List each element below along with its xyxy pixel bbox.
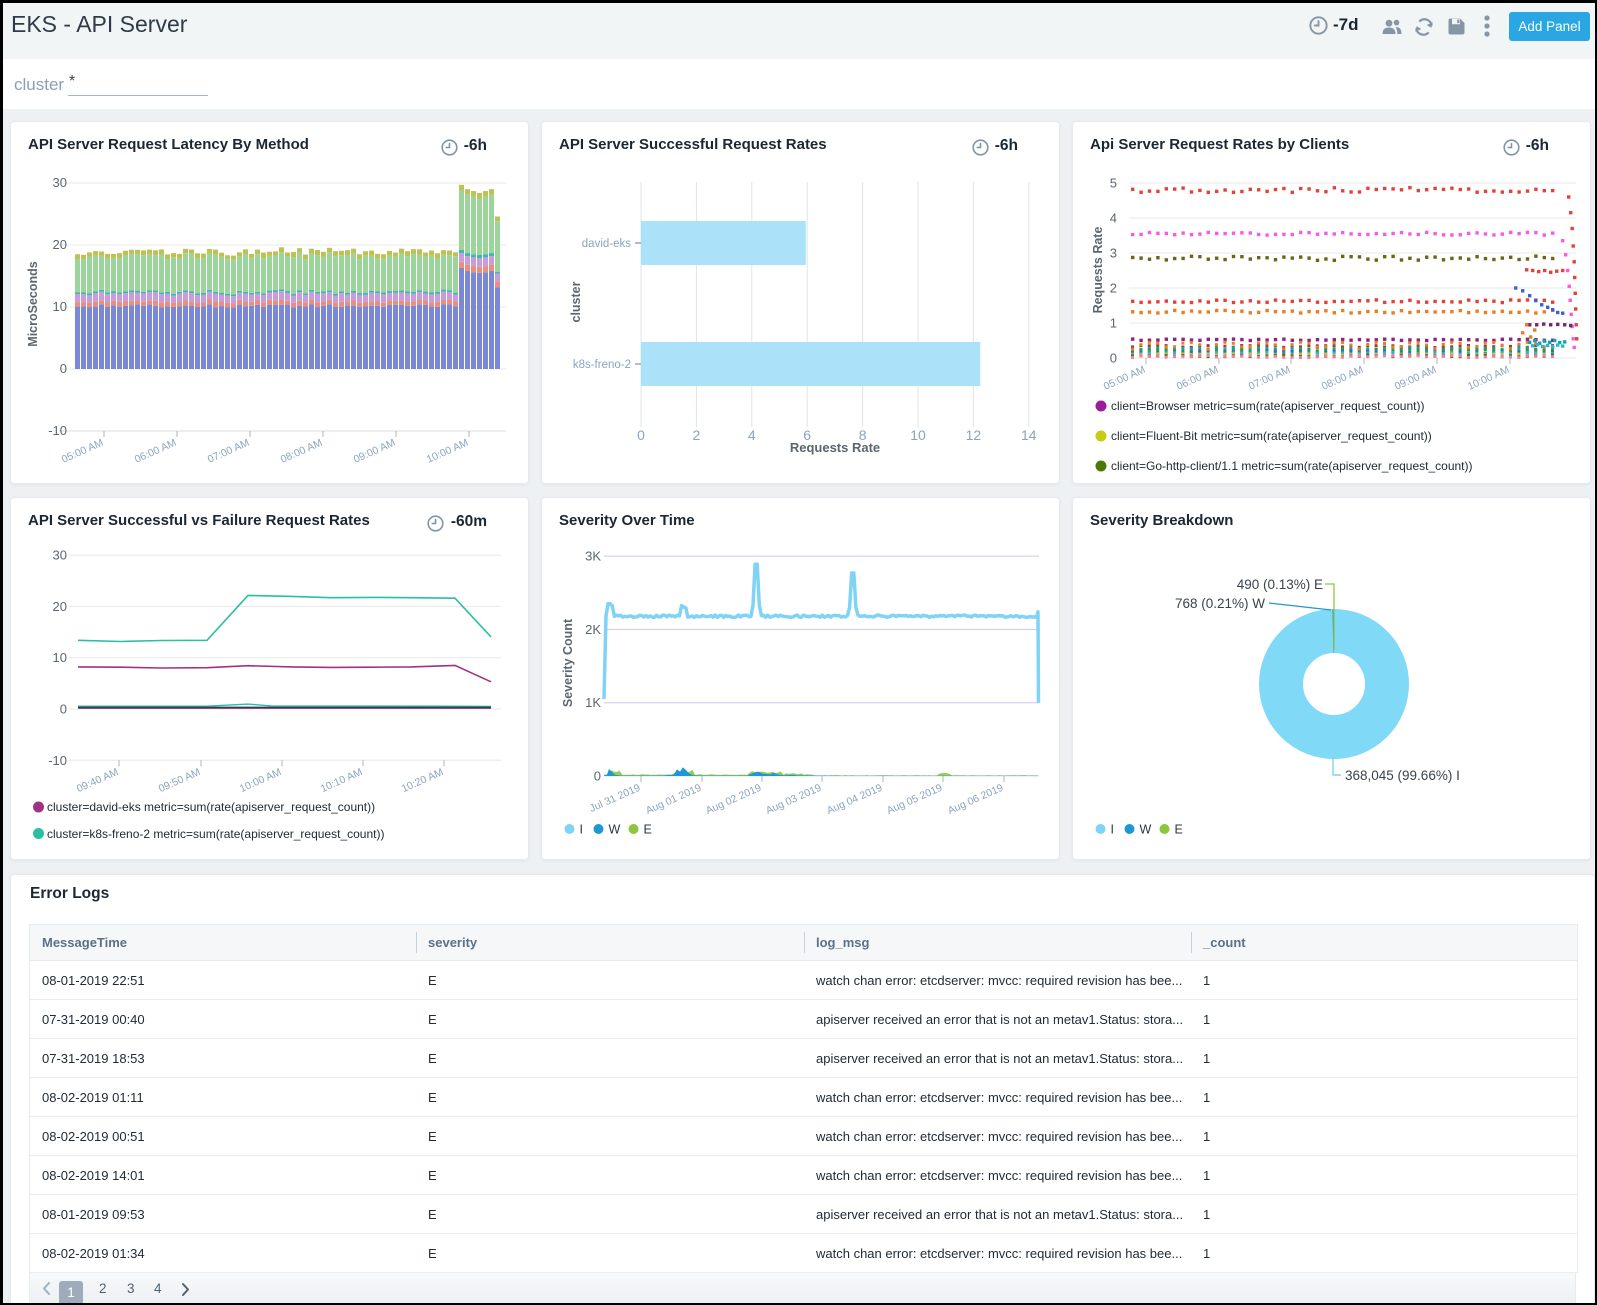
svg-text:10: 10 — [910, 427, 926, 443]
svg-text:W: W — [1140, 823, 1152, 837]
svg-text:08:00 AM: 08:00 AM — [1320, 364, 1365, 393]
svg-text:Jul 31 2019: Jul 31 2019 — [588, 782, 643, 815]
svg-text:E: E — [644, 823, 652, 837]
svg-text:09:40 AM: 09:40 AM — [75, 766, 120, 795]
svg-text:W: W — [609, 823, 621, 837]
svg-text:1K: 1K — [585, 695, 601, 710]
svg-text:0: 0 — [637, 427, 645, 443]
svg-text:05:00 AM: 05:00 AM — [1102, 364, 1147, 393]
svg-text:06:00 AM: 06:00 AM — [1175, 364, 1220, 393]
svg-text:20: 20 — [53, 599, 67, 614]
svg-text:Aug 02 2019: Aug 02 2019 — [704, 782, 763, 817]
svg-text:14: 14 — [1021, 427, 1037, 443]
svg-text:I: I — [1111, 823, 1114, 837]
svg-text:10:10 AM: 10:10 AM — [319, 766, 364, 795]
svg-text:Aug 01 2019: Aug 01 2019 — [644, 782, 703, 817]
svg-text:Requests Rate: Requests Rate — [1091, 227, 1105, 314]
svg-text:-10: -10 — [48, 753, 67, 768]
svg-text:2K: 2K — [585, 622, 601, 637]
svg-text:2: 2 — [693, 427, 701, 443]
svg-text:Requests Rate: Requests Rate — [790, 440, 880, 455]
svg-text:20: 20 — [53, 237, 67, 252]
svg-text:09:00 AM: 09:00 AM — [1393, 364, 1438, 393]
svg-text:k8s-freno-2: k8s-freno-2 — [573, 359, 631, 371]
svg-text:490 (0.13%) E: 490 (0.13%) E — [1237, 577, 1323, 592]
svg-text:08:00 AM: 08:00 AM — [279, 437, 324, 466]
svg-text:12: 12 — [966, 427, 982, 443]
svg-text:I: I — [580, 823, 583, 837]
svg-text:09:00 AM: 09:00 AM — [352, 437, 397, 466]
svg-text:0: 0 — [60, 702, 67, 717]
svg-text:-10: -10 — [48, 423, 67, 438]
svg-text:3K: 3K — [585, 549, 601, 564]
svg-text:E: E — [1175, 823, 1183, 837]
svg-text:Aug 03 2019: Aug 03 2019 — [764, 782, 823, 817]
svg-text:10:00 AM: 10:00 AM — [1466, 364, 1511, 393]
svg-text:david-eks: david-eks — [582, 238, 631, 250]
svg-text:0: 0 — [1110, 351, 1117, 366]
svg-text:Aug 05 2019: Aug 05 2019 — [885, 782, 944, 817]
svg-text:Aug 06 2019: Aug 06 2019 — [946, 782, 1005, 817]
svg-text:2: 2 — [1110, 281, 1117, 296]
svg-text:10:00 AM: 10:00 AM — [425, 437, 470, 466]
svg-text:0: 0 — [60, 361, 67, 376]
svg-text:30: 30 — [53, 175, 67, 190]
svg-text:cluster: cluster — [569, 281, 583, 322]
svg-text:06:00 AM: 06:00 AM — [133, 437, 178, 466]
svg-text:cluster=k8s-freno-2 metric=sum: cluster=k8s-freno-2 metric=sum(rate(apis… — [47, 827, 384, 841]
svg-text:30: 30 — [53, 548, 67, 563]
svg-text:client=Fluent-Bit metric=sum(r: client=Fluent-Bit metric=sum(rate(apiser… — [1111, 429, 1432, 443]
svg-text:0: 0 — [594, 769, 601, 784]
svg-text:3: 3 — [1110, 246, 1117, 261]
svg-text:07:00 AM: 07:00 AM — [1247, 364, 1292, 393]
svg-text:MicroSeconds: MicroSeconds — [26, 261, 40, 346]
svg-text:10:00 AM: 10:00 AM — [238, 766, 283, 795]
svg-text:768 (0.21%) W: 768 (0.21%) W — [1175, 596, 1265, 611]
svg-text:5: 5 — [1110, 176, 1117, 191]
svg-text:10: 10 — [53, 299, 67, 314]
svg-text:368,045 (99.66%) I: 368,045 (99.66%) I — [1345, 768, 1460, 783]
svg-text:cluster=david-eks metric=sum(r: cluster=david-eks metric=sum(rate(apiser… — [47, 800, 375, 814]
svg-text:client=Browser metric=sum(rate: client=Browser metric=sum(rate(apiserver… — [1111, 399, 1424, 413]
svg-text:10:20 AM: 10:20 AM — [400, 766, 445, 795]
svg-text:05:00 AM: 05:00 AM — [60, 437, 105, 466]
svg-text:Aug 04 2019: Aug 04 2019 — [825, 782, 884, 817]
svg-text:4: 4 — [1110, 211, 1117, 226]
svg-text:client=Go-http-client/1.1 metr: client=Go-http-client/1.1 metric=sum(rat… — [1111, 459, 1473, 473]
svg-text:09:50 AM: 09:50 AM — [157, 766, 202, 795]
svg-text:4: 4 — [748, 427, 756, 443]
svg-text:Severity Count: Severity Count — [561, 618, 575, 707]
svg-text:07:00 AM: 07:00 AM — [206, 437, 251, 466]
svg-text:1: 1 — [1110, 316, 1117, 331]
svg-text:10: 10 — [53, 650, 67, 665]
